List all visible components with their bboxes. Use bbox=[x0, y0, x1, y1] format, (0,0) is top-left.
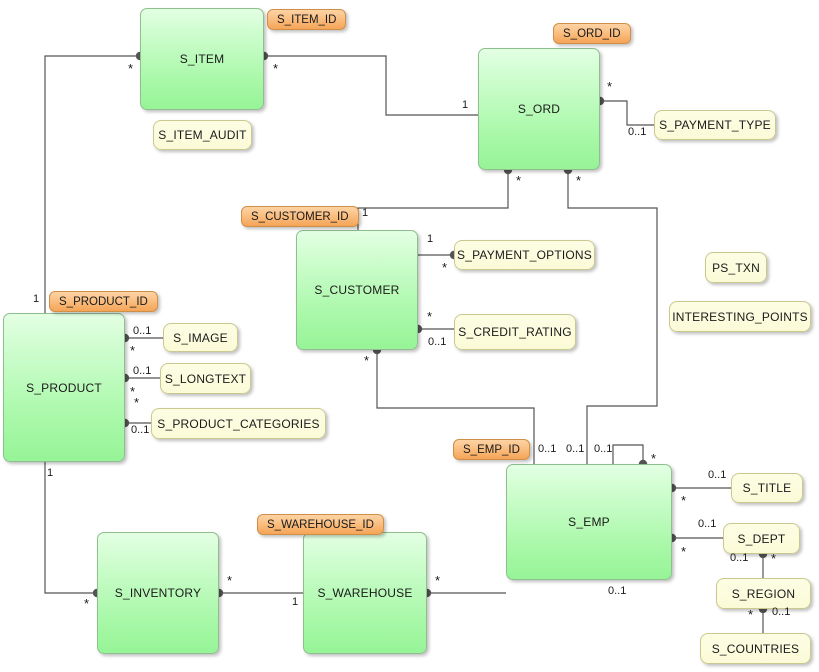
cardinality-card-product-bot: 1 bbox=[47, 467, 54, 479]
entity-s_item[interactable]: S_ITEM bbox=[140, 8, 264, 110]
cardinality-card-region-star: * bbox=[771, 551, 777, 566]
cardinality-card-item-right: * bbox=[273, 61, 279, 76]
node-s_region[interactable]: S_REGION bbox=[716, 578, 811, 609]
edge-ord-emp bbox=[567, 170, 658, 464]
cardinality-card-inventory-right: * bbox=[227, 573, 233, 588]
cardinality-card-emp-cust: 0..1 bbox=[538, 443, 557, 455]
cardinality-card-region-0_1: 0..1 bbox=[772, 606, 791, 618]
badge-s_item_id[interactable]: S_ITEM_ID bbox=[267, 9, 347, 30]
cardinality-card-ord-bot-left: * bbox=[516, 173, 522, 188]
entity-s_customer[interactable]: S_CUSTOMER bbox=[296, 230, 418, 350]
cardinality-card-cats-0_1: 0..1 bbox=[131, 424, 150, 436]
cardinality-card-emp-dept-star: * bbox=[681, 544, 687, 559]
cardinality-card-customer-bot: * bbox=[364, 353, 370, 368]
cardinality-card-payopt-star: * bbox=[442, 260, 448, 275]
node-s_longtext[interactable]: S_LONGTEXT bbox=[160, 363, 251, 394]
cardinality-card-title-0_1: 0..1 bbox=[708, 469, 727, 481]
badge-s_emp_id[interactable]: S_EMP_ID bbox=[453, 439, 530, 460]
cardinality-card-dept-0_1: 0..1 bbox=[698, 518, 717, 530]
cardinality-card-countries-star: * bbox=[748, 607, 754, 622]
cardinality-card-credit-0_1: 0..1 bbox=[428, 336, 447, 348]
edge-ord-customer bbox=[357, 170, 509, 230]
cardinality-card-ord-left: 1 bbox=[462, 99, 469, 111]
edge-product-inventory bbox=[44, 462, 97, 594]
cardinality-card-credit-star: * bbox=[427, 309, 433, 324]
node-s_payment_type[interactable]: S_PAYMENT_TYPE bbox=[654, 110, 776, 140]
node-s_item_audit[interactable]: S_ITEM_AUDIT bbox=[153, 120, 252, 150]
cardinality-card-ord-bot-right: * bbox=[576, 173, 582, 188]
entity-s_warehouse[interactable]: S_WAREHOUSE bbox=[303, 532, 427, 654]
node-s_image[interactable]: S_IMAGE bbox=[163, 323, 238, 352]
cardinality-card-image-star: * bbox=[130, 343, 136, 358]
cardinality-card-longtext-0_1: 0..1 bbox=[133, 365, 152, 377]
entity-s_inventory[interactable]: S_INVENTORY bbox=[97, 532, 219, 654]
cardinality-card-image-0_1: 0..1 bbox=[133, 325, 152, 337]
node-s_title[interactable]: S_TITLE bbox=[731, 473, 803, 503]
cardinality-card-inventory-left: * bbox=[84, 596, 90, 611]
badge-s_customer_id[interactable]: S_CUSTOMER_ID bbox=[241, 206, 359, 227]
cardinality-card-emp-warehouse2: 0..1 bbox=[566, 443, 585, 455]
node-s_countries[interactable]: S_COUNTRIES bbox=[700, 633, 811, 664]
cardinality-card-emp-bottom: 0..1 bbox=[608, 585, 627, 597]
cardinality-card-dept-region-0_1: 0..1 bbox=[730, 552, 749, 564]
badge-s_ord_id[interactable]: S_ORD_ID bbox=[553, 23, 631, 44]
cardinality-card-emp-ord: 0..1 bbox=[594, 443, 613, 455]
entity-s_product[interactable]: S_PRODUCT bbox=[3, 313, 125, 462]
edge-ord-payment-type bbox=[600, 100, 654, 126]
cardinality-card-payopt-1: 1 bbox=[427, 233, 434, 245]
cardinality-card-emp-title-star: * bbox=[681, 493, 687, 508]
er-diagram-canvas: S_ITEM S_ORD S_CUSTOMER S_PRODUCT S_EMP S_INV… bbox=[0, 0, 819, 672]
edge-item-ord bbox=[264, 55, 478, 116]
node-ps_txn[interactable]: PS_TXN bbox=[705, 252, 767, 283]
cardinality-card-warehouse-right: * bbox=[435, 573, 441, 588]
badge-s_product_id[interactable]: S_PRODUCT_ID bbox=[49, 291, 158, 312]
node-s_payment_options[interactable]: S_PAYMENT_OPTIONS bbox=[454, 240, 595, 270]
node-s_dept[interactable]: S_DEPT bbox=[723, 523, 800, 554]
edge-emp-self-loop bbox=[612, 444, 644, 464]
cardinality-card-warehouse-left: 1 bbox=[292, 596, 299, 608]
cardinality-card-payment-type: 0..1 bbox=[628, 126, 647, 138]
cardinality-card-customer-top: 1 bbox=[362, 207, 369, 219]
cardinality-card-item-left: * bbox=[128, 61, 134, 76]
node-s_product_categories[interactable]: S_PRODUCT_CATEGORIES bbox=[151, 408, 326, 439]
cardinality-card-emp-self: * bbox=[651, 451, 657, 466]
entity-s_emp[interactable]: S_EMP bbox=[506, 464, 672, 580]
badge-s_warehouse_id[interactable]: S_WAREHOUSE_ID bbox=[257, 514, 384, 535]
node-s_credit_rating[interactable]: S_CREDIT_RATING bbox=[454, 314, 576, 350]
cardinality-card-ord-right: * bbox=[607, 79, 613, 94]
cardinality-card-cats-star: * bbox=[134, 395, 140, 410]
cardinality-card-product-top: 1 bbox=[33, 293, 40, 305]
entity-s_ord[interactable]: S_ORD bbox=[478, 48, 600, 170]
node-interesting_points[interactable]: INTERESTING_POINTS bbox=[669, 301, 811, 332]
edge-item-product bbox=[44, 55, 140, 313]
